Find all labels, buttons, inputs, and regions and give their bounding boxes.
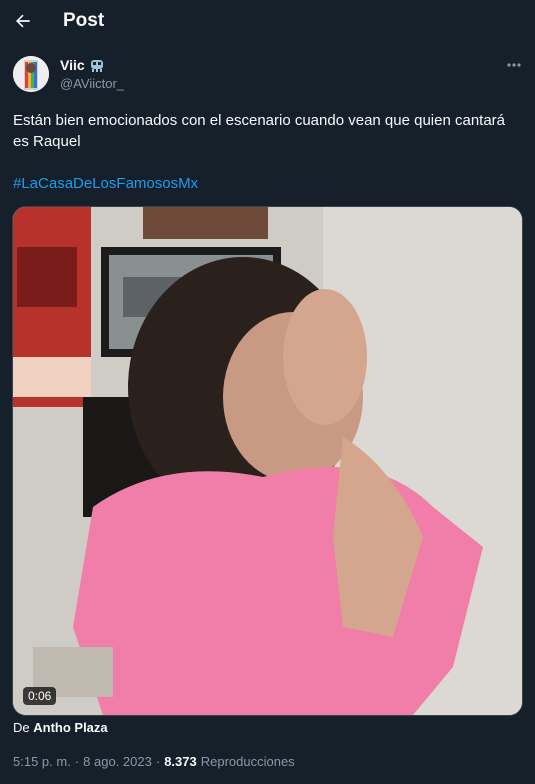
arrow-left-icon — [16, 14, 30, 28]
author-name-row[interactable]: Viic — [60, 57, 105, 73]
video-duration-badge: 0:06 — [23, 687, 57, 705]
more-horizontal-icon — [507, 63, 521, 67]
video-player[interactable]: 0:06 — [12, 206, 523, 716]
post-time[interactable]: 5:15 p. m. — [13, 754, 71, 769]
views-label: Reproducciones — [200, 754, 295, 769]
post-date[interactable]: 8 ago. 2023 — [83, 754, 152, 769]
page-title: Post — [63, 10, 105, 31]
hashtag-link[interactable]: #LaCasaDeLosFamososMx — [13, 175, 198, 192]
views-count: 8.373 — [164, 754, 197, 769]
more-options-button[interactable] — [503, 57, 525, 73]
back-button[interactable] — [10, 8, 36, 34]
alien-monster-icon — [90, 60, 103, 72]
source-name-link[interactable]: Antho Plaza — [33, 720, 107, 735]
user-handle[interactable]: @AViictor_ — [60, 76, 124, 91]
media-source-credit: De Antho Plaza — [13, 720, 108, 735]
top-bar: Post — [0, 0, 535, 44]
separator-dot: · — [155, 754, 161, 769]
tweet-metadata: 5:15 p. m. · 8 ago. 2023 · 8.373 Reprodu… — [13, 754, 295, 769]
avatar[interactable] — [13, 56, 49, 92]
tweet-text: Están bien emocionados con el escenario … — [13, 112, 506, 150]
source-prefix: De — [13, 720, 30, 735]
display-name[interactable]: Viic — [60, 57, 85, 73]
video-thumbnail — [13, 207, 522, 715]
separator-dot: · — [74, 754, 80, 769]
